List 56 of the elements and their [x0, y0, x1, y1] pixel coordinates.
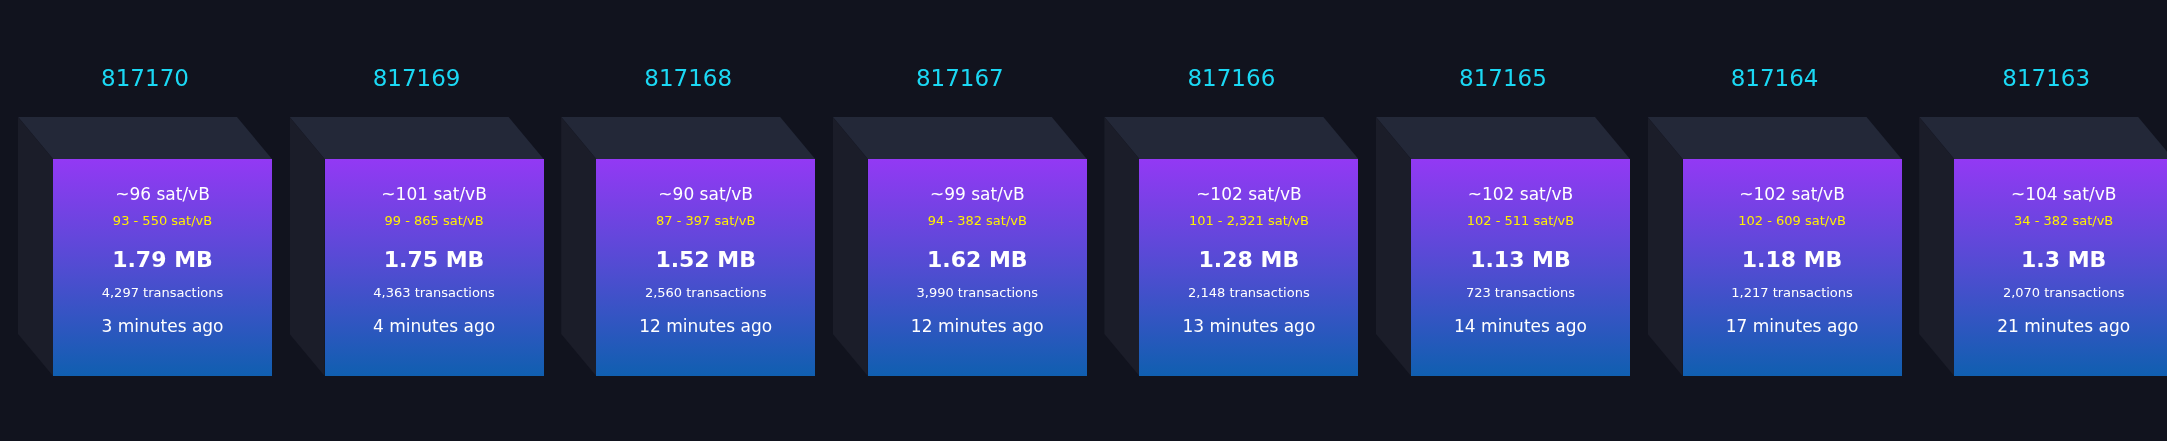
transaction-count: 2,560 transactions [644, 284, 767, 302]
block-time: 17 minutes ago [1725, 315, 1859, 338]
block-card[interactable]: ~96 sat/vB 93 - 550 sat/vB 1.79 MB 4,297 transactions 3 minutes ago [53, 159, 272, 376]
transaction-count: 2,070 transactions [2002, 284, 2125, 302]
block-height[interactable]: 817164 [1730, 63, 1819, 93]
block-size: 1.62 MB [926, 246, 1028, 274]
median-fee: ~104 sat/vB [2010, 183, 2117, 206]
block-height[interactable]: 817168 [644, 63, 733, 93]
block-height[interactable]: 817170 [101, 63, 189, 93]
block-card[interactable]: ~101 sat/vB 99 - 865 sat/vB 1.75 MB 4,363 transactions 4 minutes ago [324, 159, 544, 376]
median-fee: ~101 sat/vB [381, 183, 487, 206]
block-size: 1.18 MB [1741, 246, 1843, 274]
block-height[interactable]: 817167 [915, 63, 1004, 93]
fee-range: 93 - 550 sat/vB [112, 212, 213, 230]
block-time: 14 minutes ago [1454, 315, 1587, 338]
block-size: 1.75 MB [383, 246, 485, 274]
transaction-count: 723 transactions [1465, 284, 1576, 302]
median-fee: ~99 sat/vB [929, 183, 1025, 206]
block-card[interactable]: ~90 sat/vB 87 - 397 sat/vB 1.52 MB 2,560 transactions 12 minutes ago [596, 159, 816, 376]
median-fee: ~96 sat/vB [115, 183, 210, 206]
block-size: 1.28 MB [1198, 246, 1300, 274]
block-size: 1.52 MB [655, 246, 756, 274]
block-time: 21 minutes ago [1997, 315, 2131, 338]
block-size: 1.13 MB [1470, 246, 1571, 274]
fee-range: 34 - 382 sat/vB [2014, 212, 2114, 230]
block-time: 4 minutes ago [373, 315, 496, 338]
block-size: 1.3 MB [2021, 246, 2107, 274]
block-time: 12 minutes ago [639, 315, 773, 338]
block-card[interactable]: ~102 sat/vB 101 - 2,321 sat/vB 1.28 MB 2,148 transactions 13 minutes ago [1139, 159, 1359, 376]
block-height[interactable]: 817166 [1187, 63, 1276, 93]
fee-range: 102 - 511 sat/vB [1466, 212, 1575, 230]
transaction-count: 4,297 transactions [101, 284, 224, 302]
transaction-count: 3,990 transactions [916, 284, 1039, 302]
block-height[interactable]: 817163 [2002, 63, 2091, 93]
block-height[interactable]: 817169 [372, 63, 461, 93]
median-fee: ~102 sat/vB [1467, 183, 1574, 206]
fee-range: 101 - 2,321 sat/vB [1188, 212, 1309, 230]
block-card[interactable]: ~102 sat/vB 102 - 511 sat/vB 1.13 MB 723 transactions 14 minutes ago [1410, 159, 1630, 376]
median-fee: ~90 sat/vB [658, 183, 753, 206]
transaction-count: 1,217 transactions [1731, 284, 1853, 302]
median-fee: ~102 sat/vB [1196, 183, 1302, 206]
transaction-count: 2,148 transactions [1188, 284, 1310, 302]
fee-range: 87 - 397 sat/vB [656, 212, 756, 230]
block-time: 3 minutes ago [101, 315, 224, 338]
fee-range: 99 - 865 sat/vB [384, 212, 484, 230]
block-height[interactable]: 817165 [1459, 63, 1547, 93]
block-size: 1.79 MB [112, 246, 213, 274]
transaction-count: 4,363 transactions [373, 284, 495, 302]
block-card[interactable]: ~102 sat/vB 102 - 609 sat/vB 1.18 MB 1,217 transactions 17 minutes ago [1682, 159, 1902, 376]
median-fee: ~102 sat/vB [1739, 183, 1845, 206]
block-card[interactable]: ~99 sat/vB 94 - 382 sat/vB 1.62 MB 3,990 transactions 12 minutes ago [867, 159, 1087, 376]
fee-range: 94 - 382 sat/vB [927, 212, 1027, 230]
block-time: 13 minutes ago [1182, 315, 1316, 338]
block-card[interactable]: ~104 sat/vB 34 - 382 sat/vB 1.3 MB 2,070 transactions 21 minutes ago [1954, 159, 2167, 376]
block-time: 12 minutes ago [910, 315, 1044, 338]
fee-range: 102 - 609 sat/vB [1738, 212, 1846, 230]
